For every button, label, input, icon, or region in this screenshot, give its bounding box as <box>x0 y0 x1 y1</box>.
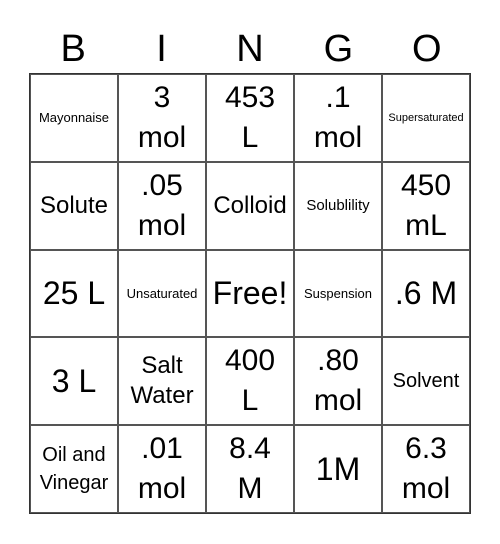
bingo-header: B I N G O <box>29 26 471 72</box>
header-letter-n: N <box>236 28 264 70</box>
bingo-cell[interactable]: Solublility <box>294 161 382 250</box>
bingo-cell-text: Free! <box>212 275 288 312</box>
bingo-cell[interactable]: Colloid <box>206 161 294 250</box>
bingo-cell-text: 400 L <box>224 344 276 418</box>
bingo-cell[interactable]: .05 mol <box>118 161 206 250</box>
bingo-cell-text: 8.4 M <box>229 432 271 506</box>
bingo-cell[interactable]: 6.3 mol <box>382 425 470 513</box>
bingo-cell-text: 1M <box>315 451 361 488</box>
bingo-cell[interactable]: 3 L <box>30 337 118 426</box>
bingo-cell-free[interactable]: Free! <box>206 249 294 338</box>
bingo-cell[interactable]: 453 L <box>206 74 294 162</box>
bingo-cell[interactable]: 25 L <box>30 249 118 338</box>
bingo-cell-text: Solvent <box>392 370 460 393</box>
bingo-cell[interactable]: .6 M <box>382 249 470 338</box>
bingo-cell[interactable]: Unsaturated <box>118 249 206 338</box>
bingo-cell-text: Solute <box>39 191 109 219</box>
bingo-cell[interactable]: Oil and Vinegar <box>30 425 118 513</box>
bingo-cell[interactable]: 8.4 M <box>206 425 294 513</box>
bingo-cell[interactable]: Solute <box>30 161 118 250</box>
bingo-cell[interactable]: 3 mol <box>118 74 206 162</box>
bingo-cell[interactable]: Solvent <box>382 337 470 426</box>
bingo-cell-text: 6.3 mol <box>401 432 451 506</box>
bingo-cell[interactable]: 450 mL <box>382 161 470 250</box>
bingo-cell-text: Supersaturated <box>388 111 464 124</box>
bingo-cell[interactable]: 1M <box>294 425 382 513</box>
bingo-cell[interactable]: Supersaturated <box>382 74 470 162</box>
bingo-cell-text: .6 M <box>394 275 458 312</box>
header-letter-i: I <box>156 28 167 70</box>
bingo-cell-text: Suspension <box>304 285 372 301</box>
bingo-cell-text: 453 L <box>224 80 276 154</box>
bingo-cell-text: .1 mol <box>313 80 363 154</box>
bingo-cell[interactable]: Salt Water <box>118 337 206 426</box>
bingo-cell[interactable]: 400 L <box>206 337 294 426</box>
bingo-cell-text: 3 L <box>51 363 97 400</box>
bingo-cell-text: Oil and Vinegar <box>39 444 109 495</box>
bingo-cell-text: 450 mL <box>400 168 452 242</box>
bingo-cell[interactable]: .1 mol <box>294 74 382 162</box>
bingo-cell[interactable]: .01 mol <box>118 425 206 513</box>
bingo-cell-text: Mayonnaise <box>38 110 110 126</box>
bingo-cell-text: Solublility <box>306 197 370 215</box>
header-letter-b: B <box>60 28 86 70</box>
bingo-cell[interactable]: Mayonnaise <box>30 74 118 162</box>
bingo-cell-text: Salt Water <box>130 352 194 410</box>
bingo-cell-text: Colloid <box>213 191 287 219</box>
bingo-cell[interactable]: Suspension <box>294 249 382 338</box>
bingo-cell-text: Unsaturated <box>126 285 198 301</box>
bingo-cell-text: .05 mol <box>137 168 187 242</box>
header-letter-g: G <box>323 28 354 70</box>
bingo-cell-text: 25 L <box>42 275 106 312</box>
bingo-cell-text: .80 mol <box>313 344 363 418</box>
bingo-cell-text: 3 mol <box>137 80 187 154</box>
bingo-cell-text: .01 mol <box>137 432 187 506</box>
header-letter-o: O <box>411 28 442 70</box>
bingo-card-grid: Mayonnaise 3 mol 453 L .1 mol Supersaturated… <box>29 73 471 514</box>
bingo-cell[interactable]: .80 mol <box>294 337 382 426</box>
